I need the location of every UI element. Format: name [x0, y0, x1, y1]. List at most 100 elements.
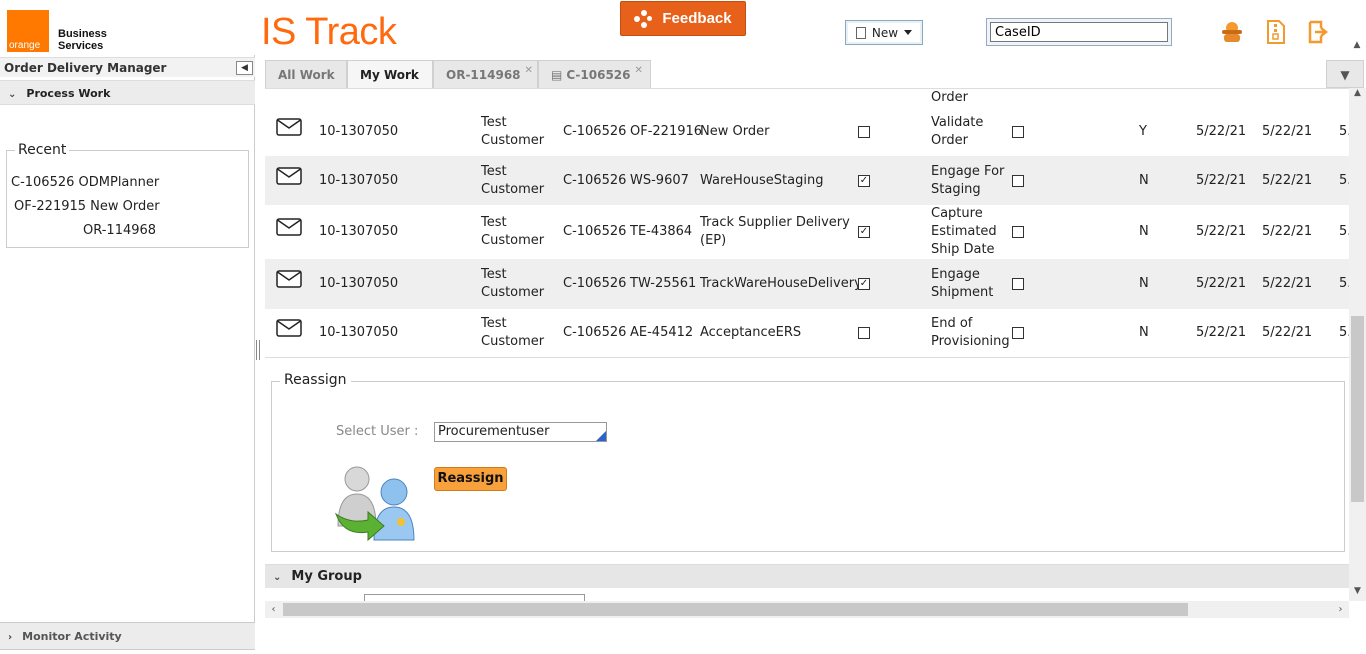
- vertical-scrollbar[interactable]: ▲ ▼: [1349, 88, 1366, 601]
- task-id[interactable]: TW-25561: [630, 275, 696, 293]
- reassign-legend: Reassign: [280, 372, 351, 388]
- logout-icon[interactable]: [1307, 20, 1329, 44]
- my-group-field[interactable]: [364, 594, 585, 601]
- table-row[interactable]: 10-1307050 Test Customer C-106526 AE-45412 Ac…: [265, 309, 1349, 357]
- task-id[interactable]: WS-9607: [630, 172, 689, 190]
- recent-legend: Recent: [15, 142, 70, 158]
- case-id[interactable]: C-106526: [563, 172, 626, 190]
- feedback-button[interactable]: Feedback: [620, 1, 746, 36]
- monitor-activity-label: Monitor Activity: [22, 630, 122, 643]
- tab-my-work[interactable]: My Work: [347, 60, 433, 88]
- step-checkbox[interactable]: [1012, 126, 1024, 138]
- envelope-icon[interactable]: [276, 270, 302, 288]
- scroll-up-icon[interactable]: ▲: [1349, 88, 1366, 102]
- my-group-header[interactable]: ⌄ My Group: [265, 564, 1349, 588]
- flag-value: N: [1139, 224, 1149, 239]
- case-number[interactable]: 10-1307050: [319, 324, 398, 342]
- panel-title-text: Order Delivery Manager: [4, 61, 167, 75]
- task-name: TrackWareHouseDelivery: [700, 276, 862, 291]
- case-number[interactable]: 10-1307050: [319, 172, 398, 190]
- step-checkbox[interactable]: [1012, 327, 1024, 339]
- select-user-dropdown[interactable]: Procurementuser: [434, 422, 607, 442]
- task-checkbox[interactable]: ✓: [858, 175, 870, 187]
- task-checkbox[interactable]: [858, 126, 870, 138]
- task-name: (EP): [700, 233, 727, 248]
- case-number[interactable]: 10-1307050: [319, 223, 398, 241]
- flag-value: N: [1139, 173, 1149, 188]
- envelope-icon[interactable]: [276, 218, 302, 236]
- envelope-icon[interactable]: [276, 167, 302, 185]
- document-zip-icon[interactable]: [1265, 20, 1287, 44]
- tab-c-106526[interactable]: ▤ C-106526 ✕: [538, 60, 651, 88]
- close-icon[interactable]: ✕: [525, 65, 533, 76]
- task-checkbox[interactable]: ✓: [858, 278, 870, 290]
- table-row[interactable]: 10-1307050 Test Customer C-106526 OF-221916 N…: [265, 107, 1349, 156]
- tab-all-work[interactable]: All Work: [265, 60, 347, 88]
- table-row[interactable]: 10-1307050 Test Customer C-106526 TW-25561 Tr…: [265, 259, 1349, 309]
- tabs-dropdown-icon[interactable]: ▼: [1326, 60, 1364, 88]
- step-checkbox[interactable]: [1012, 226, 1024, 238]
- date-value: 5/22/21: [1262, 276, 1313, 291]
- scroll-down-icon[interactable]: ▼: [1349, 586, 1366, 600]
- task-checkbox[interactable]: [858, 327, 870, 339]
- date-value: 5/22/21: [1262, 124, 1313, 139]
- date-value: 5/22/21: [1196, 124, 1247, 139]
- recent-item[interactable]: OR-114968: [83, 223, 156, 238]
- horizontal-scrollbar[interactable]: ‹ ›: [265, 601, 1349, 618]
- customer-name: Customer: [481, 133, 545, 148]
- task-id[interactable]: AE-45412: [630, 324, 693, 342]
- new-button[interactable]: New: [845, 20, 923, 45]
- panel-splitter[interactable]: [256, 340, 260, 360]
- page-scroll-up-icon[interactable]: ▲: [1350, 40, 1364, 54]
- orange-logo: orange: [7, 10, 49, 52]
- customer-name: Customer: [481, 182, 545, 197]
- case-id[interactable]: C-106526: [563, 275, 626, 293]
- process-work-header[interactable]: ⌄ Process Work: [0, 80, 255, 105]
- vertical-scroll-thumb[interactable]: [1351, 316, 1364, 502]
- table-row[interactable]: 10-1307050 Test Customer C-106526 TE-43864 Tr…: [265, 205, 1349, 259]
- reassign-button[interactable]: Reassign: [434, 467, 507, 491]
- close-icon[interactable]: ✕: [635, 65, 643, 76]
- caseid-input[interactable]: [990, 22, 1168, 42]
- chevron-down-icon: [904, 30, 913, 35]
- scroll-right-icon[interactable]: ›: [1332, 601, 1349, 618]
- scroll-left-icon[interactable]: ‹: [265, 601, 282, 618]
- date-value: 5/22/21: [1196, 276, 1247, 291]
- customer-name: Test: [481, 164, 507, 179]
- tab-or-114968[interactable]: OR-114968 ✕: [433, 60, 538, 88]
- flag-value: Y: [1139, 124, 1147, 139]
- horizontal-scroll-thumb[interactable]: [283, 603, 1188, 616]
- monitor-activity-header[interactable]: › Monitor Activity: [0, 622, 255, 649]
- recent-item[interactable]: C-106526 ODMPlanner: [11, 175, 159, 190]
- caseid-search: [986, 18, 1172, 46]
- case-number[interactable]: 10-1307050: [319, 123, 398, 141]
- step-checkbox[interactable]: [1012, 278, 1024, 290]
- envelope-icon[interactable]: [276, 118, 302, 136]
- case-number[interactable]: 10-1307050: [319, 275, 398, 293]
- task-id[interactable]: TE-43864: [630, 223, 692, 241]
- reassign-group: Reassign Select User : Procurementuser R…: [271, 372, 1345, 552]
- step-name: Staging: [931, 182, 981, 197]
- recent-group: Recent C-106526 ODMPlanner OF-221915 New…: [6, 142, 249, 248]
- chevron-right-icon: ›: [8, 632, 13, 643]
- table-row[interactable]: 10-1307050 Test Customer C-106526 WS-9607 War…: [265, 156, 1349, 205]
- briefcase-icon: ▤: [551, 67, 563, 82]
- task-checkbox[interactable]: ✓: [858, 226, 870, 238]
- step-name: Order: [931, 133, 968, 148]
- customer-name: Customer: [481, 285, 545, 300]
- flag-value: N: [1139, 325, 1149, 340]
- customer-name: Customer: [481, 233, 545, 248]
- envelope-icon[interactable]: [276, 319, 302, 337]
- step-name: Shipment: [931, 285, 994, 300]
- collapse-panel-icon[interactable]: ◀: [236, 61, 253, 75]
- case-id[interactable]: C-106526: [563, 324, 626, 342]
- recent-item[interactable]: OF-221915 New Order: [14, 199, 160, 214]
- operator-icon[interactable]: [1221, 20, 1243, 44]
- step-checkbox[interactable]: [1012, 175, 1024, 187]
- case-id[interactable]: C-106526: [563, 123, 626, 141]
- document-icon: [855, 26, 866, 39]
- case-id[interactable]: C-106526: [563, 223, 626, 241]
- task-id[interactable]: OF-221916: [630, 123, 702, 141]
- panel-title: Order Delivery Manager ◀: [0, 57, 255, 77]
- tab-label: C-106526: [566, 67, 631, 82]
